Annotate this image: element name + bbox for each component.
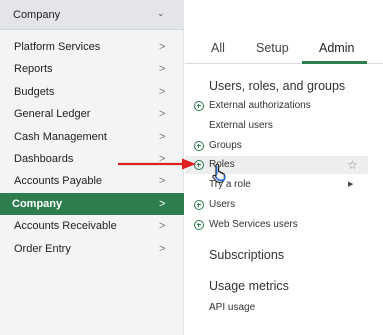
star-icon[interactable]: ☆ bbox=[347, 156, 358, 174]
company-selector[interactable]: Company ⌄ bbox=[0, 0, 184, 30]
hand-pointer-cursor-icon bbox=[212, 164, 226, 183]
link-web-services-users[interactable]: Web Services users bbox=[185, 216, 368, 234]
menu-item-label: General Ledger bbox=[14, 108, 91, 121]
section-heading-subscriptions[interactable]: Subscriptions bbox=[209, 248, 284, 262]
link-users[interactable]: Users bbox=[185, 196, 368, 214]
caret-right-icon: ▶ bbox=[348, 181, 354, 188]
tab-all[interactable]: All bbox=[211, 41, 225, 55]
menu-item-label: Reports bbox=[14, 63, 53, 76]
add-icon[interactable] bbox=[194, 220, 204, 230]
menu-item-label: Accounts Receivable bbox=[14, 220, 117, 233]
menu-item-reports[interactable]: Reports > bbox=[0, 58, 184, 80]
company-selector-label: Company bbox=[13, 9, 61, 21]
menu-item-label: Company bbox=[12, 197, 63, 210]
link-external-authorizations[interactable]: External authorizations bbox=[185, 97, 368, 115]
menu-item-general-ledger[interactable]: General Ledger > bbox=[0, 103, 184, 125]
menu-item-label: Order Entry bbox=[14, 242, 71, 255]
chevron-right-icon: > bbox=[159, 41, 166, 53]
chevron-right-icon: > bbox=[159, 242, 166, 255]
section-heading-users-roles-groups: Users, roles, and groups bbox=[209, 79, 346, 93]
section-heading-usage-metrics: Usage metrics bbox=[209, 279, 289, 293]
menu-item-budgets[interactable]: Budgets > bbox=[0, 81, 184, 103]
annotation-arrow-icon bbox=[118, 158, 196, 170]
link-label: Users bbox=[209, 199, 236, 210]
menu-item-label: Cash Management bbox=[14, 130, 107, 143]
add-icon[interactable] bbox=[194, 101, 204, 111]
link-label: External authorizations bbox=[209, 100, 311, 111]
link-label: Groups bbox=[209, 140, 242, 151]
link-label: External users bbox=[209, 120, 273, 131]
add-icon[interactable] bbox=[194, 200, 204, 210]
submenu-tabs: All Setup Admin bbox=[185, 30, 383, 64]
menu-item-label: Dashboards bbox=[14, 152, 74, 165]
chevron-right-icon: > bbox=[159, 85, 166, 98]
menu-item-accounts-receivable[interactable]: Accounts Receivable > bbox=[0, 215, 184, 237]
module-menu: Platform Services > Reports > Budgets > … bbox=[0, 36, 184, 260]
active-tab-indicator bbox=[302, 61, 367, 64]
menu-item-order-entry[interactable]: Order Entry > bbox=[0, 238, 184, 260]
chevron-right-icon: > bbox=[159, 130, 166, 143]
menu-item-cash-management[interactable]: Cash Management > bbox=[0, 126, 184, 148]
link-label: Web Services users bbox=[209, 219, 298, 230]
link-api-usage[interactable]: API usage bbox=[185, 299, 368, 317]
menu-item-company[interactable]: Company > bbox=[0, 192, 184, 216]
chevron-right-icon: > bbox=[159, 197, 166, 210]
menu-item-label: Accounts Payable bbox=[14, 175, 103, 188]
menu-item-platform-services[interactable]: Platform Services > bbox=[0, 36, 184, 58]
link-groups[interactable]: Groups bbox=[185, 137, 368, 155]
chevron-right-icon: > bbox=[159, 220, 166, 233]
chevron-right-icon: > bbox=[159, 175, 166, 188]
menu-item-accounts-payable[interactable]: Accounts Payable > bbox=[0, 170, 184, 192]
add-icon[interactable] bbox=[194, 141, 204, 151]
tab-admin[interactable]: Admin bbox=[319, 41, 354, 55]
link-external-users[interactable]: External users bbox=[185, 117, 368, 135]
menu-item-label: Budgets bbox=[14, 85, 55, 98]
tab-setup[interactable]: Setup bbox=[256, 41, 289, 55]
chevron-down-icon: ⌄ bbox=[157, 8, 165, 18]
link-label: API usage bbox=[209, 302, 256, 313]
menu-item-label: Platform Services bbox=[14, 41, 101, 53]
chevron-right-icon: > bbox=[159, 63, 166, 76]
chevron-right-icon: > bbox=[159, 108, 166, 121]
